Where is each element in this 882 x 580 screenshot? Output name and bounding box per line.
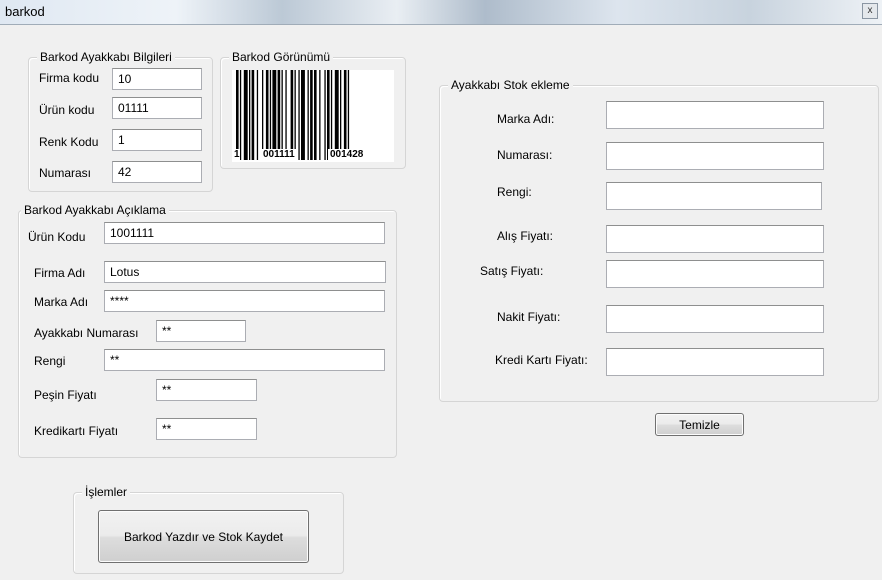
pesin-fiyati-field[interactable] bbox=[156, 379, 257, 401]
temizle-button[interactable]: Temizle bbox=[655, 413, 744, 436]
stok-marka-field[interactable] bbox=[606, 101, 824, 129]
kredikarti-fiyati-label: Kredikartı Fiyatı bbox=[34, 424, 119, 438]
barcode-group-2: 001428 bbox=[328, 149, 366, 160]
numarasi-label: Numarası bbox=[39, 166, 92, 180]
barcode-digit-left: 1 bbox=[234, 149, 240, 160]
marka-adi-label: Marka Adı bbox=[34, 295, 89, 309]
stok-legend: Ayakkabı Stok ekleme bbox=[448, 78, 573, 92]
rengi-field[interactable] bbox=[104, 349, 385, 371]
gorunum-legend: Barkod Görünümü bbox=[229, 50, 334, 64]
stok-alis-label: Alış Fiyatı: bbox=[497, 229, 554, 243]
stok-kredi-label: Kredi Kartı Fiyatı: bbox=[495, 353, 588, 367]
renk-kodu-label: Renk Kodu bbox=[39, 135, 99, 149]
stok-numarasi-field[interactable] bbox=[606, 142, 824, 170]
window-title: barkod bbox=[5, 4, 45, 19]
stok-numarasi-label: Numarası: bbox=[497, 148, 553, 162]
firma-kodu-field[interactable] bbox=[112, 68, 202, 90]
ayakkabi-numarasi-field[interactable] bbox=[156, 320, 246, 342]
title-bar: barkod x bbox=[0, 0, 882, 25]
urun-kodu-label: Ürün kodu bbox=[39, 103, 95, 117]
firma-adi-label: Firma Adı bbox=[34, 266, 86, 280]
bilgiler-legend: Barkod Ayakkabı Bilgileri bbox=[37, 50, 175, 64]
marka-adi-field[interactable] bbox=[104, 290, 385, 312]
stok-kredi-field[interactable] bbox=[606, 348, 824, 376]
stok-nakit-label: Nakit Fiyatı: bbox=[497, 310, 561, 324]
stok-nakit-field[interactable] bbox=[606, 305, 824, 333]
firma-adi-field[interactable] bbox=[104, 261, 386, 283]
aciklama-urun-kodu-field[interactable] bbox=[104, 222, 385, 244]
stok-alis-field[interactable] bbox=[606, 225, 824, 253]
renk-kodu-field[interactable] bbox=[112, 129, 202, 151]
stok-rengi-label: Rengi: bbox=[497, 185, 532, 199]
firma-kodu-label: Firma kodu bbox=[39, 71, 100, 85]
stok-satis-field[interactable] bbox=[606, 260, 824, 288]
close-icon: x bbox=[867, 5, 873, 16]
urun-kodu-field[interactable] bbox=[112, 97, 202, 119]
stok-rengi-field[interactable] bbox=[606, 182, 822, 210]
barcode-image bbox=[232, 70, 394, 162]
ayakkabi-numarasi-label: Ayakkabı Numarası bbox=[34, 326, 139, 340]
islemler-legend: İşlemler bbox=[82, 485, 131, 499]
rengi-label: Rengi bbox=[34, 354, 66, 368]
stok-marka-label: Marka Adı: bbox=[497, 112, 555, 126]
barcode-group-1: 001111 bbox=[261, 149, 297, 160]
close-button[interactable]: x bbox=[862, 3, 878, 19]
stok-satis-label: Satış Fiyatı: bbox=[480, 264, 544, 278]
pesin-fiyati-label: Peşin Fiyatı bbox=[34, 388, 97, 402]
barkod-yazdir-kaydet-button[interactable]: Barkod Yazdır ve Stok Kaydet bbox=[98, 510, 309, 563]
numarasi-field[interactable] bbox=[112, 161, 202, 183]
kredikarti-fiyati-field[interactable] bbox=[156, 418, 257, 440]
aciklama-urun-kodu-label: Ürün Kodu bbox=[28, 230, 86, 244]
aciklama-legend: Barkod Ayakkabı Açıklama bbox=[21, 203, 169, 217]
